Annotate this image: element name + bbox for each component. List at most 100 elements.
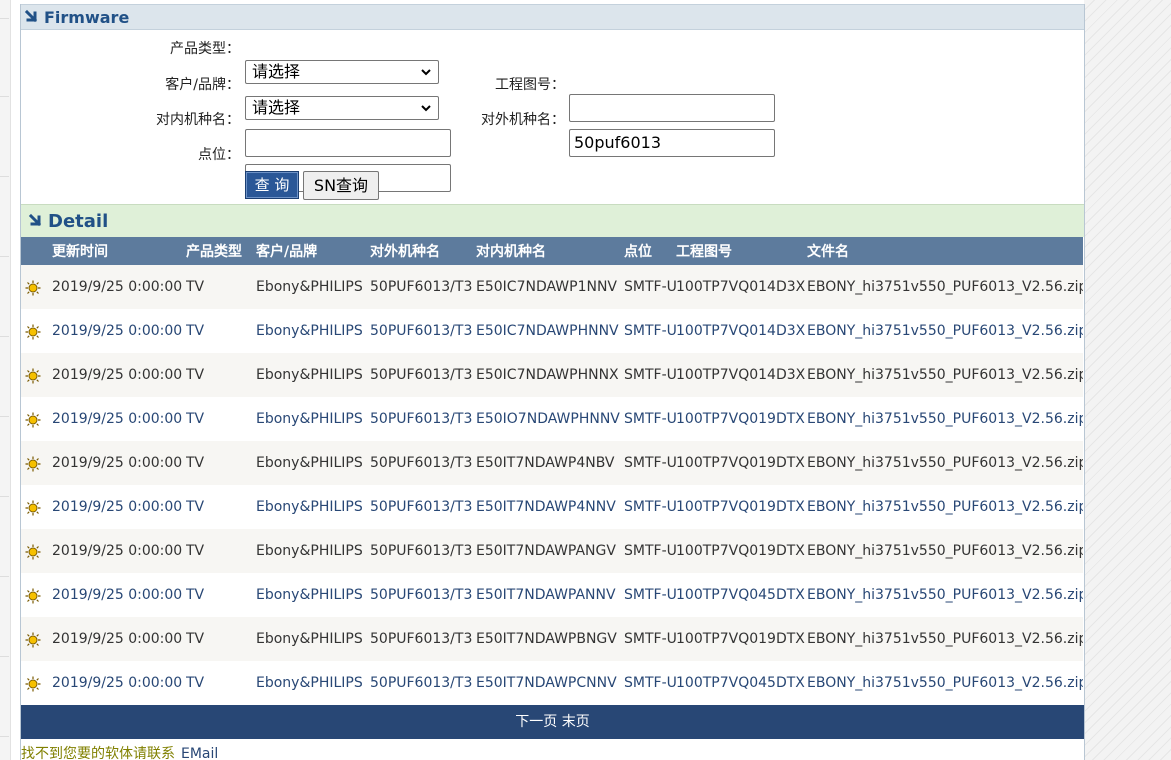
header-update-time: 更新时间	[52, 237, 186, 265]
cell-drawing-no: 100TP7VQ014D3X	[676, 265, 807, 309]
cell-external-model: 50PUF6013/T3	[370, 441, 476, 485]
file-link[interactable]: EBONY_hi3751v550_PUF6013_V2.56.zip	[807, 529, 1083, 573]
last-page-link[interactable]: 末页	[562, 714, 590, 730]
file-link[interactable]: EBONY_hi3751v550_PUF6013_V2.56.zip	[807, 485, 1083, 529]
query-button[interactable]: 查 询	[245, 171, 299, 199]
file-link[interactable]: EBONY_hi3751v550_PUF6013_V2.56.zip	[807, 265, 1083, 309]
table-row: 2019/9/25 0:00:00 TV Ebony&PHILIPS 50PUF…	[21, 441, 1083, 485]
customer-select[interactable]: 请选择	[245, 96, 439, 120]
cell-product-type: TV	[186, 397, 256, 441]
sun-icon[interactable]	[25, 456, 41, 472]
cell-brand: Ebony&PHILIPS	[256, 353, 370, 397]
cell-product-type: TV	[186, 441, 256, 485]
row-icon-cell	[21, 441, 52, 485]
cell-internal-model: E50IC7NDAWP1NNV	[476, 265, 624, 309]
cell-update-time: 2019/9/25 0:00:00	[52, 353, 186, 397]
table-row: 2019/9/25 0:00:00 TV Ebony&PHILIPS 50PUF…	[21, 309, 1083, 353]
file-link[interactable]: EBONY_hi3751v550_PUF6013_V2.56.zip	[807, 441, 1083, 485]
sun-icon[interactable]	[25, 588, 41, 604]
cell-external-model: 50PUF6013/T3	[370, 661, 476, 705]
cell-spot: SMTF-U402	[624, 485, 676, 529]
cell-update-time: 2019/9/25 0:00:00	[52, 617, 186, 661]
file-link[interactable]: EBONY_hi3751v550_PUF6013_V2.56.zip	[807, 397, 1083, 441]
product-type-select[interactable]: 请选择	[245, 60, 439, 84]
spot-label: 点位：	[198, 147, 240, 163]
cell-external-model: 50PUF6013/T3	[370, 265, 476, 309]
cell-external-model: 50PUF6013/T3	[370, 353, 476, 397]
header-file-name: 文件名	[807, 237, 1083, 265]
cell-spot: SMTF-U402	[624, 617, 676, 661]
cell-drawing-no: 100TP7VQ045DTX	[676, 661, 807, 705]
cell-update-time: 2019/9/25 0:00:00	[52, 573, 186, 617]
pager: 下一页 末页	[21, 705, 1084, 739]
row-icon-cell	[21, 397, 52, 441]
detail-section-header: Detail	[21, 204, 1084, 237]
sun-icon[interactable]	[25, 368, 41, 384]
table-row: 2019/9/25 0:00:00 TV Ebony&PHILIPS 50PUF…	[21, 397, 1083, 441]
sun-icon[interactable]	[25, 324, 41, 340]
cell-spot: SMTF-U402	[624, 661, 676, 705]
table-row: 2019/9/25 0:00:00 TV Ebony&PHILIPS 50PUF…	[21, 529, 1083, 573]
product-type-label: 产品类型：	[170, 41, 240, 57]
header-external-model: 对外机种名	[370, 237, 476, 265]
table-row: 2019/9/25 0:00:00 TV Ebony&PHILIPS 50PUF…	[21, 485, 1083, 529]
cell-external-model: 50PUF6013/T3	[370, 617, 476, 661]
cell-spot: SMTF-U402	[624, 397, 676, 441]
cell-drawing-no: 100TP7VQ045DTX	[676, 573, 807, 617]
table-row: 2019/9/25 0:00:00 TV Ebony&PHILIPS 50PUF…	[21, 353, 1083, 397]
cell-update-time: 2019/9/25 0:00:00	[52, 441, 186, 485]
cell-spot: SMTF-U402	[624, 353, 676, 397]
external-model-input[interactable]: 50puf6013	[569, 129, 775, 157]
drawing-no-input[interactable]	[569, 94, 775, 122]
drawing-no-label: 工程图号：	[495, 77, 565, 93]
cell-update-time: 2019/9/25 0:00:00	[52, 485, 186, 529]
sn-query-button[interactable]: SN查询	[303, 171, 379, 200]
arrow-down-right-icon	[24, 9, 40, 25]
header-brand: 客户/品牌	[256, 237, 370, 265]
header-drawing-no: 工程图号	[676, 237, 807, 265]
cell-brand: Ebony&PHILIPS	[256, 529, 370, 573]
file-link[interactable]: EBONY_hi3751v550_PUF6013_V2.56.zip	[807, 309, 1083, 353]
cell-internal-model: E50IC7NDAWPHNNX	[476, 353, 624, 397]
file-link[interactable]: EBONY_hi3751v550_PUF6013_V2.56.zip	[807, 573, 1083, 617]
arrow-down-right-icon	[28, 213, 44, 229]
cell-external-model: 50PUF6013/T3	[370, 397, 476, 441]
file-link[interactable]: EBONY_hi3751v550_PUF6013_V2.56.zip	[807, 353, 1083, 397]
cell-spot: SMTF-U402	[624, 529, 676, 573]
row-icon-cell	[21, 529, 52, 573]
customer-value: 请选择	[252, 98, 301, 117]
firmware-title: Firmware	[44, 7, 130, 27]
product-type-value: 请选择	[252, 62, 301, 81]
cell-spot: SMTF-U402	[624, 309, 676, 353]
sun-icon[interactable]	[25, 632, 41, 648]
table-row: 2019/9/25 0:00:00 TV Ebony&PHILIPS 50PUF…	[21, 617, 1083, 661]
cell-brand: Ebony&PHILIPS	[256, 485, 370, 529]
cell-brand: Ebony&PHILIPS	[256, 573, 370, 617]
internal-model-input[interactable]	[245, 129, 451, 157]
sun-icon[interactable]	[25, 544, 41, 560]
sun-icon[interactable]	[25, 412, 41, 428]
sun-icon[interactable]	[25, 280, 41, 296]
cell-external-model: 50PUF6013/T3	[370, 573, 476, 617]
cell-update-time: 2019/9/25 0:00:00	[52, 529, 186, 573]
cell-drawing-no: 100TP7VQ014D3X	[676, 309, 807, 353]
file-link[interactable]: EBONY_hi3751v550_PUF6013_V2.56.zip	[807, 617, 1083, 661]
cell-product-type: TV	[186, 353, 256, 397]
cell-update-time: 2019/9/25 0:00:00	[52, 397, 186, 441]
cell-drawing-no: 100TP7VQ019DTX	[676, 617, 807, 661]
cell-brand: Ebony&PHILIPS	[256, 441, 370, 485]
cell-internal-model: E50IT7NDAWPANGV	[476, 529, 624, 573]
chevron-down-icon	[420, 64, 432, 78]
cell-drawing-no: 100TP7VQ019DTX	[676, 529, 807, 573]
next-page-link[interactable]: 下一页	[515, 714, 557, 730]
cell-drawing-no: 100TP7VQ019DTX	[676, 397, 807, 441]
file-link[interactable]: EBONY_hi3751v550_PUF6013_V2.56.zip	[807, 661, 1083, 705]
sun-icon[interactable]	[25, 500, 41, 516]
right-background	[1084, 0, 1171, 760]
footer: 找不到您要的软体请联系 EMail	[21, 739, 1084, 760]
cell-product-type: TV	[186, 661, 256, 705]
sun-icon[interactable]	[25, 676, 41, 692]
cell-internal-model: E50IC7NDAWPHNNV	[476, 309, 624, 353]
email-link[interactable]: EMail	[181, 746, 218, 760]
header-spot: 点位	[624, 237, 676, 265]
